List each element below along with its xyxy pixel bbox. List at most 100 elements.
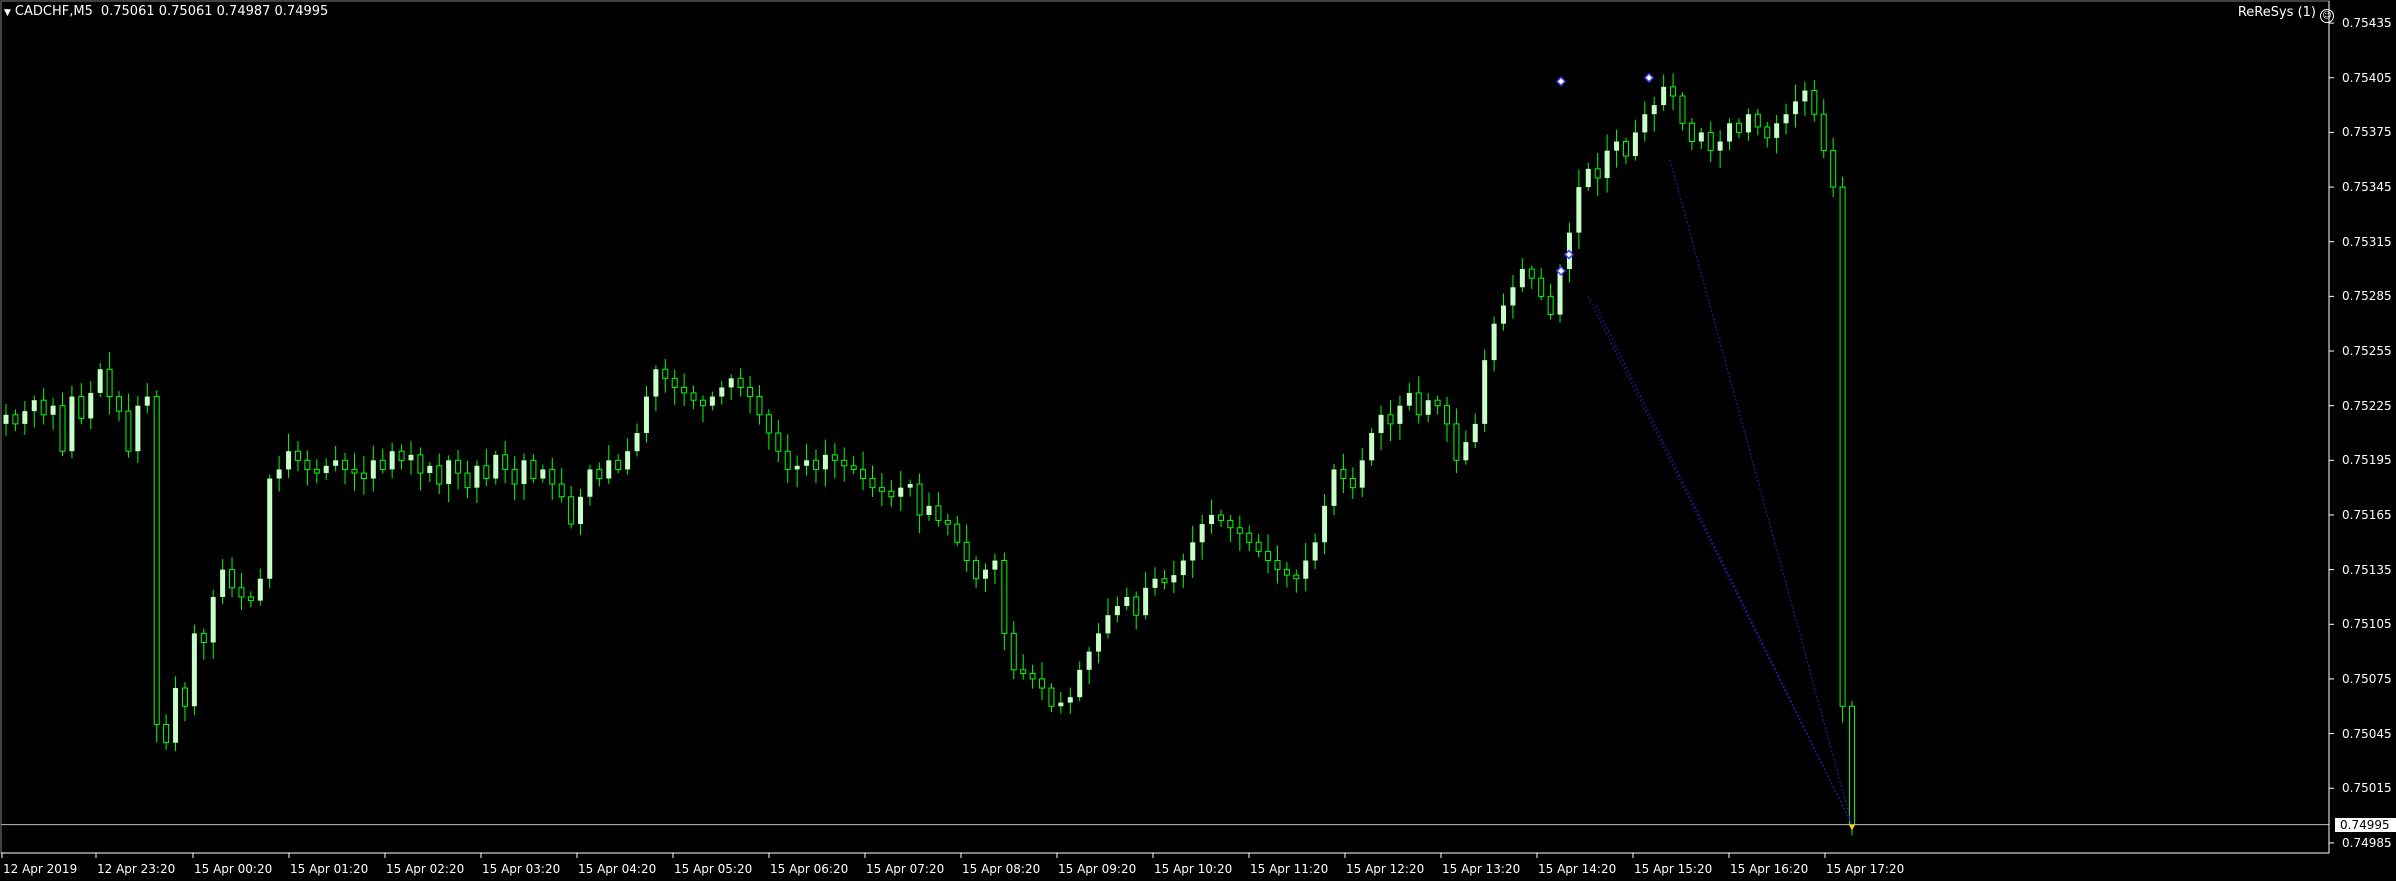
candle-body-bear [59,405,66,452]
candle-body-bear [1246,532,1253,543]
candle-body-bear [756,396,763,416]
candle-body-bear [681,386,688,394]
candle-body-bear [1133,596,1140,616]
candle-body-bear [775,432,782,452]
candle-body-bear [1764,126,1771,139]
candle-body-bear [1434,399,1441,407]
candle-body-bull [173,688,179,743]
candle-body-bear [954,523,961,543]
candle-body-bull [1096,633,1102,652]
candle-body-bull [898,487,904,497]
candle-body-bear [973,560,980,580]
candle-body-bear [1820,113,1827,152]
price-tick-label: 0.75435 [2342,16,2392,31]
candle-body-bear [558,483,565,498]
candle-body-bear [1528,268,1535,279]
candle-body-bull [606,460,612,479]
candle-body-bear [502,454,509,470]
price-tick-label: 0.74985 [2342,835,2392,850]
candle-body-bull [1086,651,1092,670]
candle-body-bull [88,392,94,419]
candle-body-bear [1453,423,1460,461]
candle-body-bull [1312,542,1318,561]
candle-body-bear [1001,560,1008,634]
candle-body-bear [860,468,867,480]
candle-body-bear [1830,150,1837,188]
candle-body-bear [181,687,188,707]
trend-line [1587,296,1853,825]
candle-body-bull [31,400,37,412]
candle-body-bear [1707,131,1714,152]
candle-body-bull [1406,392,1412,406]
time-tick-label: 15 Apr 08:20 [962,862,1041,876]
candle-body-bull [1585,168,1591,188]
candle-body-bull [1576,187,1582,233]
time-tick-label: 12 Apr 2019 [3,862,78,876]
candle-body-bull [389,451,395,470]
candle-body-bull [267,478,273,579]
candle-body-bear [351,468,358,474]
candle-body-bear [379,459,386,470]
candle-body-bear [812,459,819,470]
candle-body-bear [1217,514,1224,521]
candle-body-bear [1236,527,1243,534]
chart-window[interactable]: ▼ CADCHF,M5 0.75061 0.75061 0.74987 0.7499… [0,0,2396,881]
candle-body-bear [878,487,885,492]
candle-body-bear [313,468,320,474]
candle-body-bear [1538,277,1545,297]
candle-body-bull [1199,524,1205,543]
candle-body-bull [822,454,828,470]
candle-body-bull [1058,702,1064,707]
candle-body-bear [436,465,443,485]
candle-body-bull [135,405,141,452]
candle-body-bear [304,459,311,470]
candle-body-bear [671,377,678,388]
candle-body-bear [1811,90,1818,115]
candle-body-bull [1124,596,1130,607]
price-chart[interactable] [0,0,2396,881]
candle-body-bull [719,387,725,397]
time-tick-label: 15 Apr 13:20 [1442,862,1521,876]
time-tick-label: 15 Apr 16:20 [1730,862,1809,876]
candle-body-bull [926,505,932,515]
candle-body-bull [22,411,28,424]
price-tick-label: 0.75255 [2342,344,2392,359]
symbol-header[interactable]: ▼ CADCHF,M5 0.75061 0.75061 0.74987 0.7499… [4,4,328,21]
triangle-down-icon[interactable]: ▼ [4,8,11,18]
candle-body-bear [1387,414,1394,425]
candle-body-bull [1510,287,1516,306]
time-tick-label: 15 Apr 04:20 [578,862,657,876]
candle-body-bear [1029,672,1036,680]
candle-body-bull [1651,105,1657,115]
price-tick-label: 0.75405 [2342,70,2392,85]
candle-body-bull [493,454,499,479]
candle-body-bear [1039,678,1046,689]
candle-body-bull [1209,514,1215,525]
candle-body-bear [1444,405,1451,425]
candle-body-bull [1491,323,1497,361]
expert-advisor-label[interactable]: ReReSys (1) ☺ [2238,5,2334,23]
price-tick-label: 0.75165 [2342,507,2392,522]
ohlc-values: 0.75061 0.75061 0.74987 0.74995 [100,4,329,19]
time-tick-label: 15 Apr 09:20 [1058,862,1137,876]
candle-body-bear [12,414,19,425]
candle-body-bear [888,490,895,498]
candle-body-bull [474,465,480,488]
bid-price-label: 0.74995 [2335,817,2396,832]
candle-body-bear [1622,141,1629,157]
candle-body-bull [1143,587,1149,616]
candle-body-bull [643,396,649,433]
candle-body-bull [709,396,715,406]
swing-marker [1643,72,1655,83]
candle-body-bull [1378,414,1384,433]
candle-body-bull [1180,560,1186,576]
time-tick-label: 15 Apr 06:20 [770,862,849,876]
candle-body-bull [1463,442,1469,461]
time-tick-label: 15 Apr 07:20 [866,862,945,876]
time-tick-label: 12 Apr 23:20 [97,862,176,876]
time-tick-label: 15 Apr 03:20 [482,862,561,876]
trend-line [1595,305,1853,825]
candle-body-bear [784,450,791,470]
symbol-label: CADCHF,M5 [14,4,93,19]
candle-body-bear [963,541,970,562]
